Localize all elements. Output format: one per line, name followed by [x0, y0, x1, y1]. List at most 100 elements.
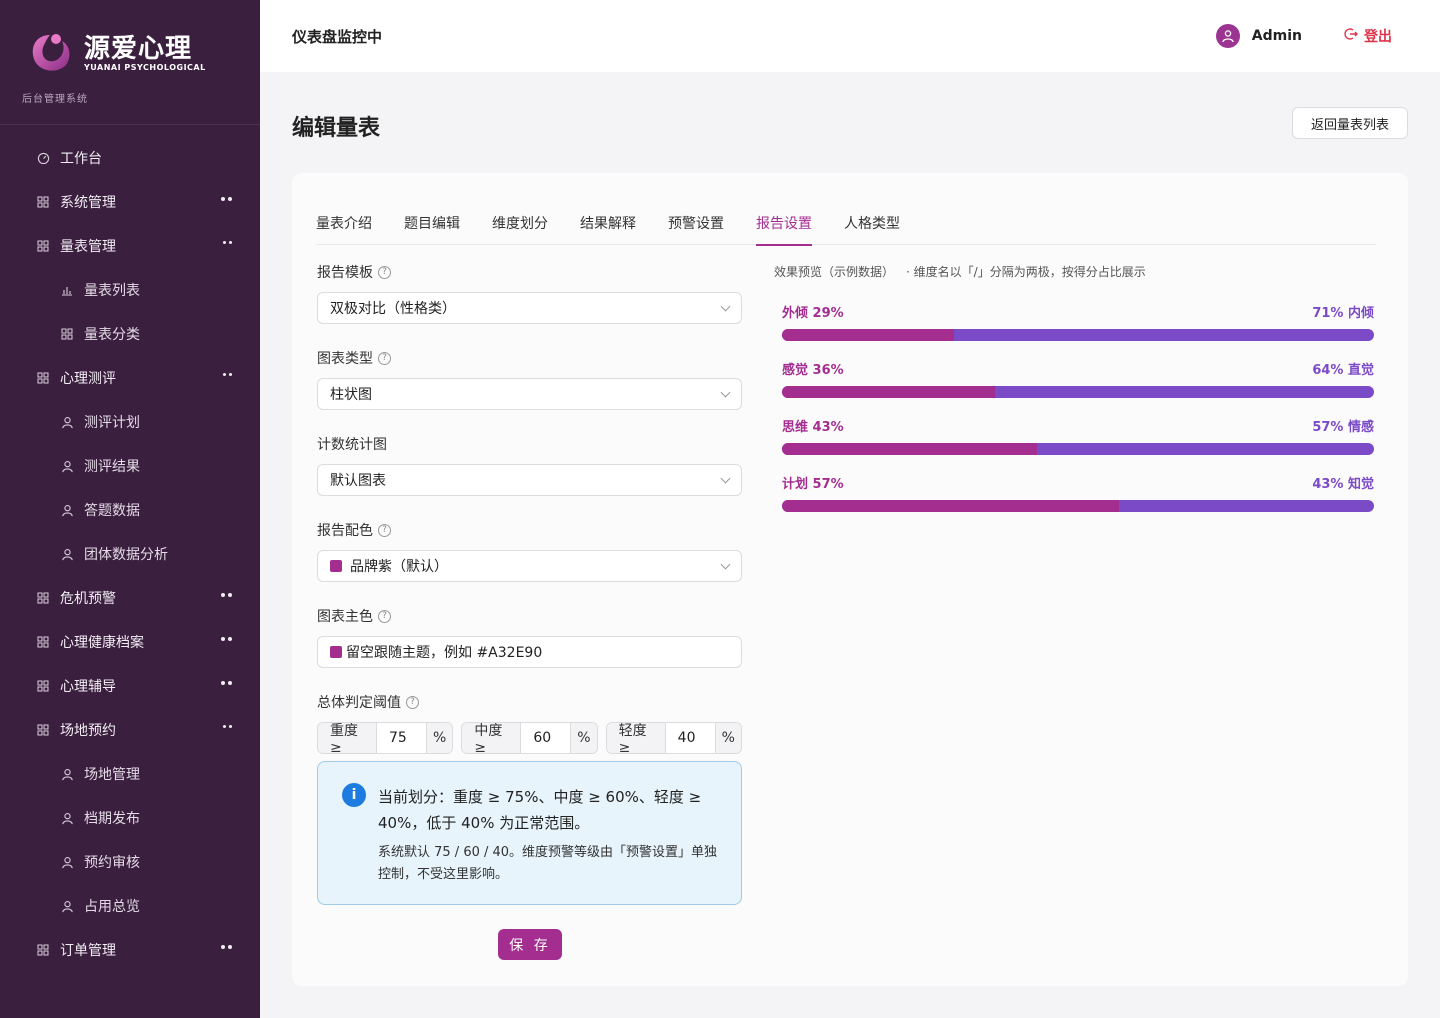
logout-label: 登出 — [1364, 29, 1392, 45]
sidebar-item[interactable]: 测评结果 — [0, 444, 260, 488]
threshold-value-input[interactable]: 40 — [666, 723, 715, 753]
sidebar-item[interactable]: 测评计划 — [0, 400, 260, 444]
collapsed-indicator-icon — [221, 637, 232, 641]
sidebar-item[interactable]: 量表分类 — [0, 312, 260, 356]
grid-icon — [36, 591, 50, 605]
sidebar-item[interactable]: 占用总览 — [0, 884, 260, 928]
editor-card: 量表介绍 题目编辑 维度划分 结果解释 预警设置 报告设置 人格类型 报告模板? 双极对比（… — [292, 173, 1408, 986]
threshold-inputs: 重度 ≥75% 中度 ≥60% 轻度 ≥40% — [317, 722, 742, 754]
chart-main-color-input[interactable]: 留空跟随主题，例如 #A32E90 — [317, 636, 742, 668]
bar-fill — [782, 386, 996, 398]
sidebar-item-label: 占用总览 — [84, 899, 140, 915]
tab-item[interactable]: 结果解释 — [580, 213, 636, 245]
chart-type-value: 柱状图 — [330, 387, 372, 403]
system-label: 后台管理系统 — [22, 94, 88, 105]
threshold-level-label: 重度 ≥ — [318, 723, 377, 753]
user-menu[interactable]: Admin — [1215, 24, 1302, 48]
preview-note: · 维度名以「/」分隔为两极，按得分占比展示 — [906, 265, 1146, 279]
chart-type-select[interactable]: 柱状图 — [317, 378, 742, 410]
bar-fill — [782, 329, 954, 341]
brand-logo-area[interactable]: 源爱心理 YUANAI PSYCHOLOGICAL — [26, 28, 206, 78]
chevron-down-icon — [720, 559, 731, 570]
sidebar-item[interactable]: 心理测评 — [0, 356, 260, 400]
grid-icon — [36, 371, 50, 385]
sidebar-item[interactable]: 档期发布 — [0, 796, 260, 840]
bipolar-bars: 外倾 29% 71% 内倾 感觉 36% 64% 直觉 思维 43% 57% 情感 计划 5… — [774, 302, 1374, 530]
threshold-unit: % — [425, 723, 453, 753]
sidebar-item[interactable]: 场地预约 — [0, 708, 260, 752]
grid-icon — [36, 943, 50, 957]
help-icon[interactable]: ? — [406, 695, 419, 709]
expanded-indicator-icon — [223, 725, 232, 728]
save-button[interactable]: 保 存 — [498, 929, 562, 960]
tab-item[interactable]: 维度划分 — [492, 213, 548, 245]
preview-title: 效果预览（示例数据） — [774, 265, 895, 279]
bar-track — [782, 386, 1374, 398]
user-icon — [60, 811, 74, 825]
help-icon[interactable]: ? — [378, 523, 391, 537]
count-chart-label: 计数统计图 — [317, 437, 387, 453]
threshold-value-input[interactable]: 75 — [377, 723, 426, 753]
sidebar-item-label: 测评计划 — [84, 415, 140, 431]
sidebar-item[interactable]: 工作台 — [0, 136, 260, 180]
grid-icon — [60, 327, 74, 341]
dashboard-icon — [36, 151, 50, 165]
sidebar-item-label: 场地管理 — [84, 767, 140, 783]
info-main-text: 当前划分：重度 ≥ 75%、中度 ≥ 60%、轻度 ≥ 40%，低于 40% 为… — [378, 788, 702, 832]
sidebar-item-label: 团体数据分析 — [84, 547, 168, 563]
sidebar-item[interactable]: 量表列表 — [0, 268, 260, 312]
count-chart-select[interactable]: 默认图表 — [317, 464, 742, 496]
user-avatar-icon[interactable] — [1215, 24, 1240, 48]
user-icon — [60, 415, 74, 429]
user-icon — [60, 767, 74, 781]
topbar: 仪表盘监控中 Admin 登出 — [260, 0, 1440, 72]
sidebar-item[interactable]: 答题数据 — [0, 488, 260, 532]
logo-icon — [26, 29, 74, 77]
sidebar-item[interactable]: 场地管理 — [0, 752, 260, 796]
back-to-list-button[interactable]: 返回量表列表 — [1292, 107, 1408, 139]
help-icon[interactable]: ? — [378, 609, 391, 623]
page-title: 编辑量表 — [292, 116, 381, 141]
bar-left-label: 感觉 36% — [782, 363, 844, 378]
bar-track — [782, 443, 1374, 455]
tab-item[interactable]: 预警设置 — [668, 213, 724, 245]
sidebar-item[interactable]: 心理辅导 — [0, 664, 260, 708]
sidebar-item[interactable]: 心理健康档案 — [0, 620, 260, 664]
user-icon — [60, 899, 74, 913]
sidebar-item-label: 系统管理 — [60, 195, 116, 211]
sidebar-item[interactable]: 系统管理 — [0, 180, 260, 224]
sidebar-item[interactable]: 预约审核 — [0, 840, 260, 884]
tab-item[interactable]: 人格类型 — [844, 213, 900, 245]
color-picker-swatch[interactable] — [330, 646, 342, 658]
help-icon[interactable]: ? — [378, 265, 391, 279]
sidebar-item[interactable]: 量表管理 — [0, 224, 260, 268]
threshold-unit: % — [570, 723, 597, 753]
report-template-value: 双极对比（性格类） — [330, 301, 456, 317]
sidebar-item-label: 订单管理 — [60, 943, 116, 959]
sidebar-item[interactable]: 订单管理 — [0, 928, 260, 972]
sidebar-item-label: 场地预约 — [60, 723, 116, 739]
collapsed-indicator-icon — [221, 593, 232, 597]
collapsed-indicator-icon — [221, 945, 232, 949]
chevron-down-icon — [720, 387, 731, 398]
tab-item[interactable]: 报告设置 — [756, 213, 812, 246]
sidebar: 源爱心理 YUANAI PSYCHOLOGICAL 后台管理系统 工作台系统管理… — [0, 0, 260, 1018]
user-name[interactable]: Admin — [1252, 28, 1302, 44]
report-color-select[interactable]: 品牌紫（默认） — [317, 550, 742, 582]
threshold-group: 轻度 ≥40% — [605, 722, 742, 754]
tab-item[interactable]: 题目编辑 — [404, 213, 460, 245]
report-settings-form: 报告模板? 双极对比（性格类） 图表类型? 柱状图 计数统计图 默认图表 报告配… — [317, 263, 742, 754]
logout-button[interactable]: 登出 — [1344, 26, 1392, 46]
help-icon[interactable]: ? — [378, 351, 391, 365]
report-template-select[interactable]: 双极对比（性格类） — [317, 292, 742, 324]
sidebar-item-label: 工作台 — [60, 151, 102, 167]
chevron-down-icon — [720, 473, 731, 484]
info-sub-text: 系统默认 75 / 60 / 40。维度预警等级由「预警设置」单独控制，不受这里… — [378, 845, 718, 882]
sidebar-item[interactable]: 团体数据分析 — [0, 532, 260, 576]
threshold-value-input[interactable]: 60 — [521, 723, 570, 753]
sidebar-item[interactable]: 危机预警 — [0, 576, 260, 620]
threshold-unit: % — [714, 723, 741, 753]
chart-main-color-label: 图表主色 — [317, 609, 373, 625]
tab-item[interactable]: 量表介绍 — [316, 213, 372, 245]
user-icon — [60, 503, 74, 517]
